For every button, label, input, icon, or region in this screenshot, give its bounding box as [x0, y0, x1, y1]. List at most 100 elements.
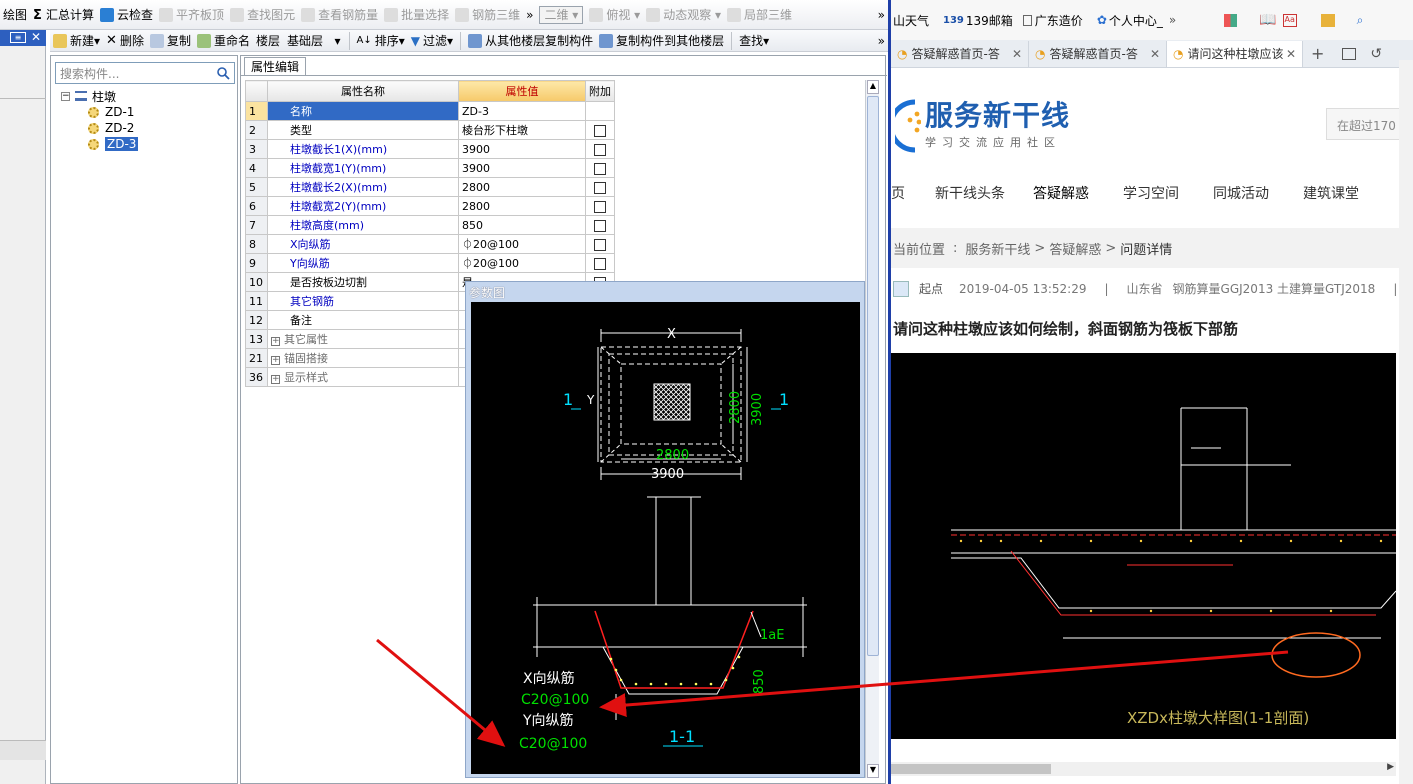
rename-button[interactable]: 重命名 — [194, 30, 253, 52]
zoom-icon[interactable]: ⌕ — [1357, 13, 1364, 28]
component-search-input[interactable]: 搜索构件... — [55, 62, 235, 84]
extra-checkbox[interactable] — [594, 124, 606, 137]
crumb-home[interactable]: 服务新干线 — [965, 239, 1030, 258]
extra-checkbox[interactable] — [594, 200, 606, 213]
search-icon[interactable] — [216, 66, 230, 80]
tool-align-slab-top[interactable]: 平齐板顶 — [156, 4, 227, 26]
browser-tab-2[interactable]: ◔ 答疑解惑首页-答 ✕ — [1029, 40, 1167, 67]
property-row[interactable]: 6 柱墩截宽2(Y)(mm) 2800 — [245, 196, 615, 216]
nav-local-events[interactable]: 同城活动 — [1213, 183, 1269, 203]
tool-local-3d[interactable]: 局部三维 — [724, 4, 795, 26]
property-row[interactable]: 5 柱墩截长2(X)(mm) 2800 — [245, 177, 615, 197]
scroll-up-icon[interactable]: ▲ — [867, 80, 879, 94]
nav-building-class[interactable]: 建筑课堂 — [1303, 183, 1359, 203]
extra-checkbox[interactable] — [594, 181, 606, 194]
browser-vscrollbar[interactable] — [1399, 60, 1413, 784]
bookmark-personal-center[interactable]: ✿ 个人中心_ — [1097, 12, 1163, 29]
property-row[interactable]: 7 柱墩高度(mm) 850 — [245, 215, 615, 235]
property-row[interactable]: 9 Y向纵筋 ⏀20@100 — [245, 253, 615, 273]
tab-list-icon[interactable] — [1342, 47, 1357, 60]
copy-from-floor-button[interactable]: 从其他楼层复制构件 — [465, 30, 596, 52]
tab-close-icon[interactable]: ✕ — [1286, 47, 1296, 61]
sort-button[interactable]: A↓ 排序 ▾ — [354, 30, 408, 52]
bookmark-139-mail[interactable]: 139 139邮箱 — [943, 12, 1013, 29]
floor-select[interactable]: 基础层 ▾ — [283, 30, 344, 52]
question-author[interactable]: 起点 — [919, 280, 943, 297]
property-scrollbar[interactable]: ▲ ▼ — [865, 80, 879, 778]
delete-button[interactable]: ✕ 删除 — [103, 30, 147, 52]
undo-close-icon[interactable]: ↺ — [1370, 46, 1382, 62]
tree-item-zd-1[interactable]: ZD-1 — [61, 104, 138, 120]
copy-button[interactable]: 复制 — [147, 30, 194, 52]
browser-tab-3[interactable]: ◔ 请问这种柱墩应该 ✕ — [1167, 40, 1303, 67]
property-value[interactable]: 棱台形下柱墩 — [458, 120, 586, 140]
tool-draw[interactable]: 绘图 — [0, 4, 30, 26]
nav-headlines[interactable]: 新干线头条 — [935, 183, 1005, 203]
bookmark-weather[interactable]: 山天气 — [893, 12, 929, 29]
tab-property-edit[interactable]: 属性编辑 — [244, 57, 307, 75]
expand-icon[interactable]: + — [271, 337, 280, 346]
close-icon[interactable]: ✕ — [31, 30, 41, 44]
header-value[interactable]: 属性值 — [458, 80, 586, 102]
bookmarks-more-icon[interactable]: » — [1169, 13, 1176, 27]
tool-view-rebar[interactable]: 查看钢筋量 — [298, 4, 381, 26]
property-row[interactable]: 1 名称 ZD-3 — [245, 101, 615, 121]
toolbar-more[interactable]: » — [523, 4, 536, 26]
tool-cloud-check[interactable]: 云检查 — [97, 4, 156, 26]
extra-checkbox[interactable] — [594, 219, 606, 232]
site-logo[interactable]: 服务新干线 学习交流应用社区 — [895, 98, 1070, 154]
nav-learning[interactable]: 学习空间 — [1123, 183, 1179, 203]
property-value[interactable]: ⏀20@100 — [458, 253, 586, 273]
expand-icon[interactable]: + — [271, 356, 280, 365]
tree-root-column-pier[interactable]: − 柱墩 — [61, 88, 138, 104]
property-value[interactable]: 2800 — [458, 177, 586, 197]
extra-checkbox[interactable] — [594, 257, 606, 270]
property-value[interactable]: ⏀20@100 — [458, 234, 586, 254]
hscroll-right-icon[interactable]: ▶ — [1387, 762, 1394, 772]
nav-qa[interactable]: 答疑解惑 — [1033, 183, 1089, 203]
pin-icon[interactable]: ≡ — [10, 32, 26, 43]
property-value[interactable]: 2800 — [458, 196, 586, 216]
extra-checkbox[interactable] — [594, 238, 606, 251]
filter-button[interactable]: ▼ 过滤 ▾ — [408, 30, 456, 52]
property-row[interactable]: 4 柱墩截宽1(Y)(mm) 3900 — [245, 158, 615, 178]
tree-item-zd-2[interactable]: ZD-2 — [61, 120, 138, 136]
new-button[interactable]: 新建 ▾ — [50, 30, 103, 52]
tools-icon[interactable] — [1320, 13, 1335, 27]
property-value[interactable]: 3900 — [458, 158, 586, 178]
copy-to-floor-button[interactable]: 复制构件到其他楼层 — [596, 30, 727, 52]
browser-tab-1[interactable]: ◔ 答疑解惑首页-答 ✕ — [891, 40, 1029, 67]
scroll-thumb[interactable] — [867, 96, 879, 656]
header-name[interactable]: 属性名称 — [267, 80, 459, 102]
new-tab-icon[interactable]: + — [1311, 44, 1324, 63]
tool-find-element[interactable]: 查找图元 — [227, 4, 298, 26]
property-row[interactable]: 3 柱墩截长1(X)(mm) 3900 — [245, 139, 615, 159]
tool-batch-select[interactable]: 批量选择 — [381, 4, 452, 26]
property-row[interactable]: 8 X向纵筋 ⏀20@100 — [245, 234, 615, 254]
extra-checkbox[interactable] — [594, 143, 606, 156]
hscroll-thumb[interactable] — [891, 764, 1051, 774]
expand-icon[interactable]: + — [271, 375, 280, 384]
apps-icon[interactable] — [1224, 13, 1238, 27]
tool-rebar-3d[interactable]: 钢筋三维 — [452, 4, 523, 26]
find-button[interactable]: 查找 ▾ — [736, 30, 772, 52]
reader-icon[interactable]: 📖 — [1259, 12, 1276, 28]
property-value[interactable]: 3900 — [458, 139, 586, 159]
crumb-qa[interactable]: 答疑解惑 — [1049, 239, 1101, 258]
tree-item-zd-3[interactable]: ZD-3 — [61, 136, 139, 152]
scroll-down-icon[interactable]: ▼ — [867, 764, 879, 778]
toolbar-more-2[interactable]: » — [875, 4, 888, 26]
property-value[interactable]: ZD-3 — [458, 101, 586, 121]
bookmark-guangdong-cost[interactable]: 广东造价 — [1022, 12, 1083, 29]
property-value[interactable]: 850 — [458, 215, 586, 235]
extra-checkbox[interactable] — [594, 162, 606, 175]
view-mode-select[interactable]: 二维 ▾ — [539, 5, 584, 24]
question-image[interactable]: XZDx柱墩大样图(1-1剖面) — [891, 353, 1397, 739]
nav-home[interactable]: 页 — [891, 183, 905, 203]
browser-hscrollbar[interactable]: ▶ — [891, 762, 1396, 776]
tool-summary-calc[interactable]: Σ 汇总计算 — [30, 4, 97, 26]
tool-top-view[interactable]: 俯视 ▾ — [586, 4, 643, 26]
avatar[interactable] — [893, 280, 909, 297]
pdf-icon[interactable]: Aa — [1282, 13, 1297, 27]
tab-close-icon[interactable]: ✕ — [1150, 47, 1160, 61]
